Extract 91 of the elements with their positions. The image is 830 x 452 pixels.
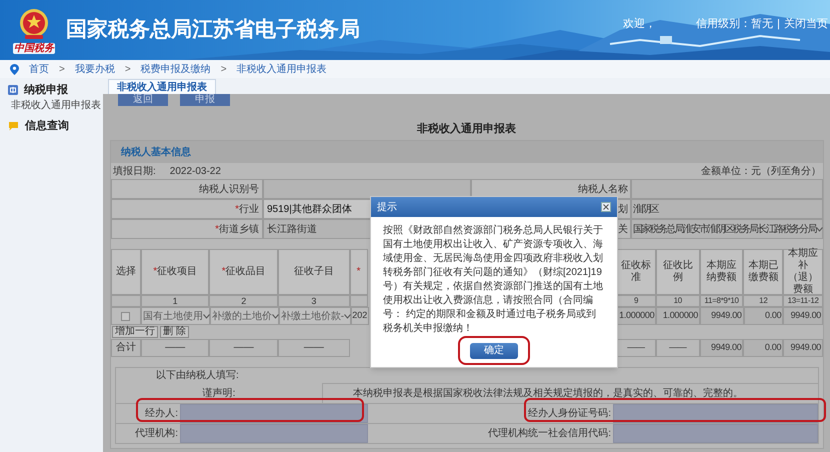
column-header: 选择 [111, 249, 141, 295]
unit-note: 金额单位：元（列至角分） [701, 164, 821, 178]
column-index: 10 [656, 295, 700, 307]
table-cell: —— [278, 339, 350, 357]
breadcrumb-link[interactable]: 我要办税 [74, 62, 115, 76]
row-checkbox[interactable] [121, 312, 130, 320]
table-cell: 9949.00 [783, 339, 823, 357]
field-label: *行业 [111, 199, 263, 219]
table-cell: —— [140, 339, 210, 357]
table-cell: 1.000000 [656, 307, 700, 325]
table-cell: 1.000000 [616, 307, 656, 325]
table-cell: —— [656, 339, 700, 357]
form-title: 非税收入通用申报表 [416, 122, 517, 136]
row-button[interactable]: 删 除 [160, 326, 189, 338]
breadcrumb-separator: > [220, 62, 227, 76]
statement-text: 本纳税申报表是根据国家税收法律法规及相关规定填报的，是真实的、可靠的、完整的。 [322, 383, 818, 403]
caret-icon [272, 314, 279, 318]
dialog-title: 提示 [377, 200, 397, 214]
date-label: 填报日期: [113, 164, 156, 178]
column-header: *征收项目 [140, 249, 210, 295]
breadcrumb-link[interactable]: 非税收入通用申报表 [236, 62, 327, 76]
input-field[interactable] [613, 424, 818, 443]
required-mark: * [153, 266, 158, 278]
chat-bubble-icon [8, 121, 19, 131]
welcome-text: 欢迎， [623, 16, 656, 32]
sidebar-group[interactable]: 纳税申报 [24, 82, 68, 98]
credit-level: 信用级别：暂无 [696, 16, 774, 32]
toolbar-button[interactable]: 返回 [118, 94, 168, 106]
breadcrumb-separator: > [59, 62, 65, 76]
separator-text: | [777, 16, 780, 32]
confirm-button[interactable]: 确定 [470, 343, 518, 359]
field-label: 纳税人识别号 [111, 179, 263, 199]
select-field[interactable]: 国有土地使用 [142, 308, 209, 324]
caret-icon [344, 314, 352, 318]
breadcrumb-link[interactable]: 首页 [29, 62, 49, 76]
column-header: 征收比例 [656, 249, 700, 295]
totals-label: 合计 [111, 339, 141, 357]
field-label: 经办人身份证号码: [527, 406, 612, 421]
site-title: 国家税务总局江苏省电子税务局 [66, 16, 360, 44]
close-page-link[interactable]: 关闭当页 [784, 16, 828, 32]
column-header: *征收品目 [209, 249, 278, 295]
form-icon [8, 85, 18, 95]
required-mark: * [235, 202, 239, 216]
column-index: 13=11-12 [783, 295, 823, 307]
date-value: 2022-03-22 [170, 164, 221, 178]
table-cell: 0.00 [743, 339, 784, 357]
column-header: 本期应纳费额 [700, 249, 744, 295]
field-label: 代理机构: [134, 426, 179, 441]
close-button[interactable] [601, 202, 611, 212]
column-header: 本期已缴费额 [743, 249, 784, 295]
table-cell: 9949.00 [783, 307, 824, 325]
breadcrumb-separator: > [124, 62, 131, 76]
column-index: 11=8*9*10 [700, 295, 744, 307]
required-mark: * [356, 266, 361, 278]
location-pin-icon [10, 64, 19, 74]
statement-label: 谨声明: [202, 386, 236, 400]
section-title: 纳税人基本信息 [121, 146, 191, 160]
column-index: 12 [743, 295, 784, 307]
toolbar-button[interactable]: 申报 [180, 94, 230, 106]
declaration-intro: 以下由纳税人填写: [156, 368, 239, 383]
annotation-frame [458, 336, 530, 365]
column-index: 1 [140, 295, 210, 307]
caret-icon [202, 314, 210, 318]
table-cell: 0.00 [744, 307, 784, 325]
select-field[interactable]: 补缴土地价款- [280, 308, 350, 324]
table-cell: 9949.00 [700, 307, 744, 325]
row-button[interactable]: 增加一行 [112, 326, 158, 338]
field-value: 淮阴区 [631, 199, 823, 219]
column-header: 本期应补（退）费额 [783, 249, 824, 295]
table-cell: —— [209, 339, 278, 357]
table-cell: 9949.00 [700, 339, 744, 357]
field-value: 国家税务总局淮安市淮阴区税务局长江路税务分局 [631, 219, 823, 239]
table-cell-text: 202 [352, 309, 368, 322]
close-icon [603, 204, 609, 210]
column-index: 3 [278, 295, 350, 307]
caret-icon [816, 226, 823, 232]
field-label: *街道乡镇 [111, 219, 263, 239]
sidebar-group[interactable]: 信息查询 [25, 118, 69, 134]
input-field[interactable] [180, 424, 368, 443]
column-header: 征收标准 [616, 249, 656, 295]
column-index: 2 [209, 295, 278, 307]
tab[interactable]: 非税收入通用申报表 [108, 79, 216, 94]
required-mark: * [215, 222, 219, 236]
column-header: 征收子目 [278, 249, 350, 295]
field-label: 代理机构统一社会信用代码: [487, 426, 612, 441]
required-mark: * [222, 266, 226, 278]
breadcrumb-link[interactable]: 税费申报及缴纳 [140, 62, 211, 76]
select-field[interactable]: 补缴的土地价 [210, 308, 278, 324]
field-label: 经办人: [144, 406, 179, 421]
sidebar-item[interactable]: 非税收入通用申报表 [11, 98, 101, 114]
logo-caption: 中国税务 [13, 42, 55, 54]
